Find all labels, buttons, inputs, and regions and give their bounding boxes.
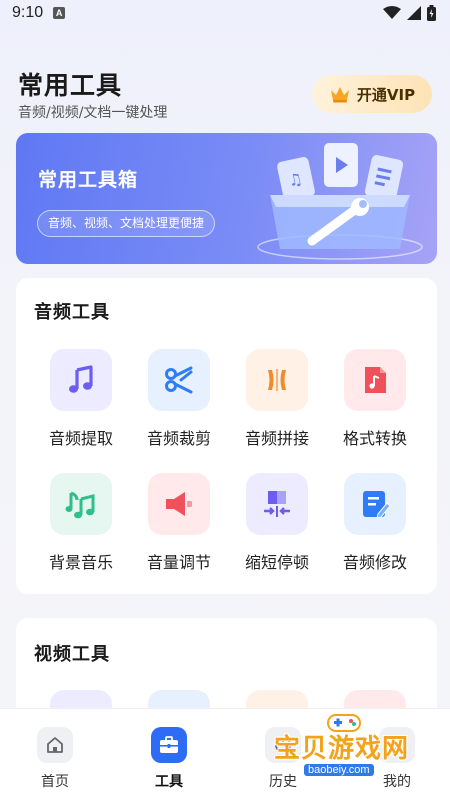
tool-volume-adjust[interactable]: 音量调节 [139, 473, 219, 573]
tool-audio-merge[interactable]: 音频拼接 [237, 349, 317, 449]
vip-button[interactable]: 开通VIP [312, 75, 432, 113]
home-icon [47, 737, 63, 753]
nav-label: 工具 [155, 774, 183, 790]
nav-home[interactable]: 首页 [20, 727, 90, 791]
nav-icon-box [151, 727, 187, 763]
status-left: 9:10 A [12, 4, 66, 22]
tool-label: 音频修改 [342, 553, 407, 572]
battery-icon [427, 5, 436, 21]
audio-tools-card: 音频工具 音频提取 音频裁剪 音频拼接 格式转换 背景音乐 音量调节 缩短停顿 … [16, 278, 437, 594]
tool-icon-box [50, 473, 112, 535]
scissors-icon [165, 366, 193, 394]
watermark: 宝贝游戏网 baobeiy.com [272, 712, 422, 782]
tool-shorten-pause[interactable]: 缩短停顿 [237, 473, 317, 573]
nav-tools[interactable]: 工具 [134, 727, 204, 791]
edit-doc-icon [363, 491, 391, 519]
tool-label: 音频裁剪 [146, 429, 211, 448]
audio-file-icon [365, 367, 386, 393]
tool-icon-box [344, 349, 406, 411]
notification-icon: A [53, 7, 66, 19]
crown-icon [330, 87, 349, 103]
video-section-title: 视频工具 [34, 644, 110, 665]
toolbox-icon [160, 736, 178, 753]
watermark-url: baobeiy.com [304, 764, 374, 776]
tool-label: 背景音乐 [48, 553, 113, 572]
tool-icon-box [246, 349, 308, 411]
tool-label: 音频拼接 [244, 429, 309, 448]
signal-icon [407, 6, 421, 20]
status-time: 9:10 [12, 4, 44, 21]
merge-icon [268, 369, 286, 391]
vip-label: 开通VIP [356, 85, 416, 104]
tool-format-convert[interactable]: 格式转换 [335, 349, 415, 449]
tool-label: 音量调节 [146, 553, 211, 572]
tool-icon-box [246, 473, 308, 535]
status-bar: 9:10 A [0, 0, 450, 26]
audio-section-title: 音频工具 [34, 302, 110, 323]
tool-background-music[interactable]: 背景音乐 [41, 473, 121, 573]
tool-audio-edit[interactable]: 音频修改 [335, 473, 415, 573]
nav-label: 首页 [41, 774, 69, 790]
tool-label: 缩短停顿 [244, 553, 309, 572]
tool-icon-box [50, 349, 112, 411]
tool-audio-extract[interactable]: 音频提取 [41, 349, 121, 449]
shorten-icon [264, 491, 290, 517]
tool-audio-cut[interactable]: 音频裁剪 [139, 349, 219, 449]
tool-icon-box [148, 473, 210, 535]
status-right [383, 5, 436, 21]
banner-subtitle: 音频、视频、文档处理更便捷 [37, 210, 216, 237]
music-note-icon [69, 365, 93, 393]
tool-icon-box [344, 473, 406, 535]
watermark-text: 宝贝游戏网 [274, 734, 410, 764]
tool-label: 格式转换 [342, 429, 407, 448]
tool-label: 音频提取 [48, 429, 113, 448]
toolbox-illustration-icon: ♫ [257, 143, 423, 260]
wifi-icon [383, 6, 401, 19]
page-subtitle: 音频/视频/文档一键处理 [18, 105, 168, 121]
banner-title: 常用工具箱 [38, 169, 139, 191]
tool-icon-box [148, 349, 210, 411]
toolbox-banner[interactable]: 常用工具箱 音频、视频、文档处理更便捷 ♫ [16, 133, 437, 264]
speaker-icon [166, 492, 192, 516]
music-notes-icon [65, 491, 95, 519]
header: 常用工具 音频/视频/文档一键处理 开通VIP [18, 66, 432, 126]
nav-icon-box [37, 727, 73, 763]
